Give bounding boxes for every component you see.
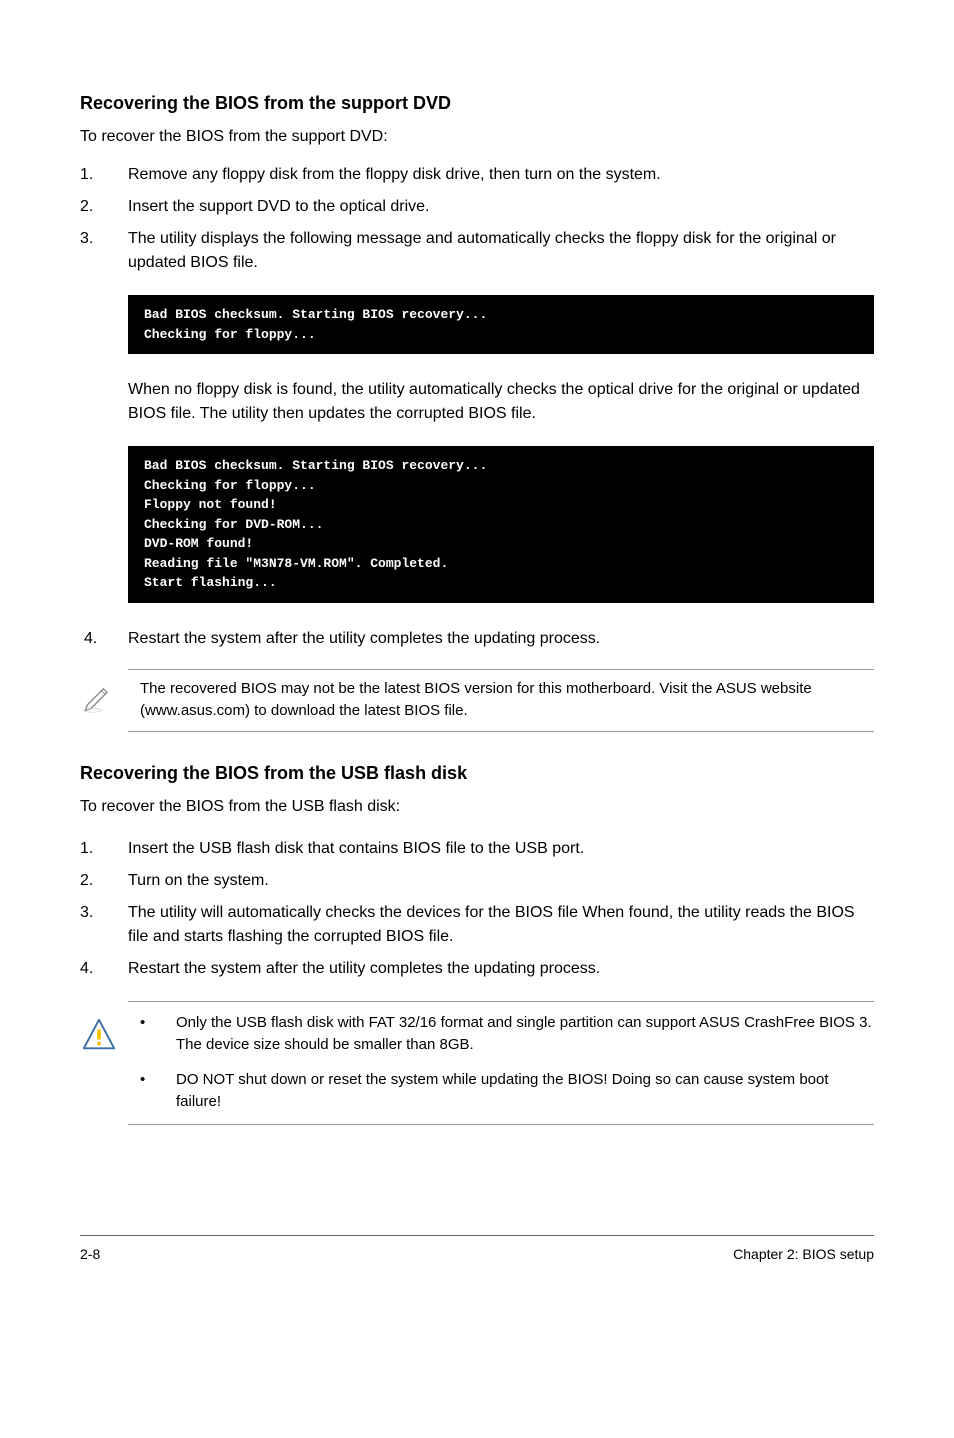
list-text: Insert the support DVD to the optical dr…	[128, 195, 874, 219]
pencil-icon	[80, 678, 120, 722]
list-item: 1. Insert the USB flash disk that contai…	[80, 837, 874, 861]
bullet: •	[140, 1012, 176, 1057]
list-text: Restart the system after the utility com…	[128, 957, 874, 981]
list-text: Restart the system after the utility com…	[128, 627, 874, 651]
page-footer: 2-8 Chapter 2: BIOS setup	[80, 1235, 874, 1265]
paragraph: When no floppy disk is found, the utilit…	[128, 378, 874, 426]
chapter-label: Chapter 2: BIOS setup	[733, 1244, 874, 1265]
list-number: 3.	[80, 227, 128, 275]
warning-box: • Only the USB flash disk with FAT 32/16…	[128, 1001, 874, 1125]
list-item: 4. Restart the system after the utility …	[80, 627, 874, 651]
list-item: 2. Turn on the system.	[80, 869, 874, 893]
warning-text: DO NOT shut down or reset the system whi…	[176, 1069, 874, 1114]
warning-item: • DO NOT shut down or reset the system w…	[140, 1069, 874, 1114]
list-text: Insert the USB flash disk that contains …	[128, 837, 874, 861]
list-number: 3.	[80, 901, 128, 949]
section-recover-usb: Recovering the BIOS from the USB flash d…	[80, 760, 874, 1125]
heading-recover-usb: Recovering the BIOS from the USB flash d…	[80, 760, 874, 787]
page-number: 2-8	[80, 1244, 100, 1265]
intro-text: To recover the BIOS from the USB flash d…	[80, 795, 874, 819]
heading-recover-dvd: Recovering the BIOS from the support DVD	[80, 90, 874, 117]
list-number: 2.	[80, 869, 128, 893]
section-recover-dvd: Recovering the BIOS from the support DVD…	[80, 90, 874, 732]
list-number: 4.	[80, 627, 128, 651]
steps-list-dvd: 1. Remove any floppy disk from the flopp…	[80, 163, 874, 275]
list-number: 1.	[80, 837, 128, 861]
list-text: Turn on the system.	[128, 869, 874, 893]
list-number: 1.	[80, 163, 128, 187]
list-item: 2. Insert the support DVD to the optical…	[80, 195, 874, 219]
intro-text: To recover the BIOS from the support DVD…	[80, 125, 874, 149]
bullet: •	[140, 1069, 176, 1114]
list-item: 3. The utility displays the following me…	[80, 227, 874, 275]
warning-content: • Only the USB flash disk with FAT 32/16…	[140, 1012, 874, 1114]
warning-item: • Only the USB flash disk with FAT 32/16…	[140, 1012, 874, 1057]
warning-triangle-icon	[80, 1016, 120, 1062]
list-item: 3. The utility will automatically checks…	[80, 901, 874, 949]
list-text: The utility displays the following messa…	[128, 227, 874, 275]
list-text: The utility will automatically checks th…	[128, 901, 874, 949]
warning-text: Only the USB flash disk with FAT 32/16 f…	[176, 1012, 874, 1057]
list-number: 2.	[80, 195, 128, 219]
steps-list-usb: 1. Insert the USB flash disk that contai…	[80, 837, 874, 981]
list-number: 4.	[80, 957, 128, 981]
note-box: The recovered BIOS may not be the latest…	[128, 669, 874, 732]
terminal-output-2: Bad BIOS checksum. Starting BIOS recover…	[128, 446, 874, 603]
note-text: The recovered BIOS may not be the latest…	[140, 678, 874, 723]
list-text: Remove any floppy disk from the floppy d…	[128, 163, 874, 187]
list-item: 4. Restart the system after the utility …	[80, 957, 874, 981]
list-item: 1. Remove any floppy disk from the flopp…	[80, 163, 874, 187]
terminal-output-1: Bad BIOS checksum. Starting BIOS recover…	[128, 295, 874, 354]
